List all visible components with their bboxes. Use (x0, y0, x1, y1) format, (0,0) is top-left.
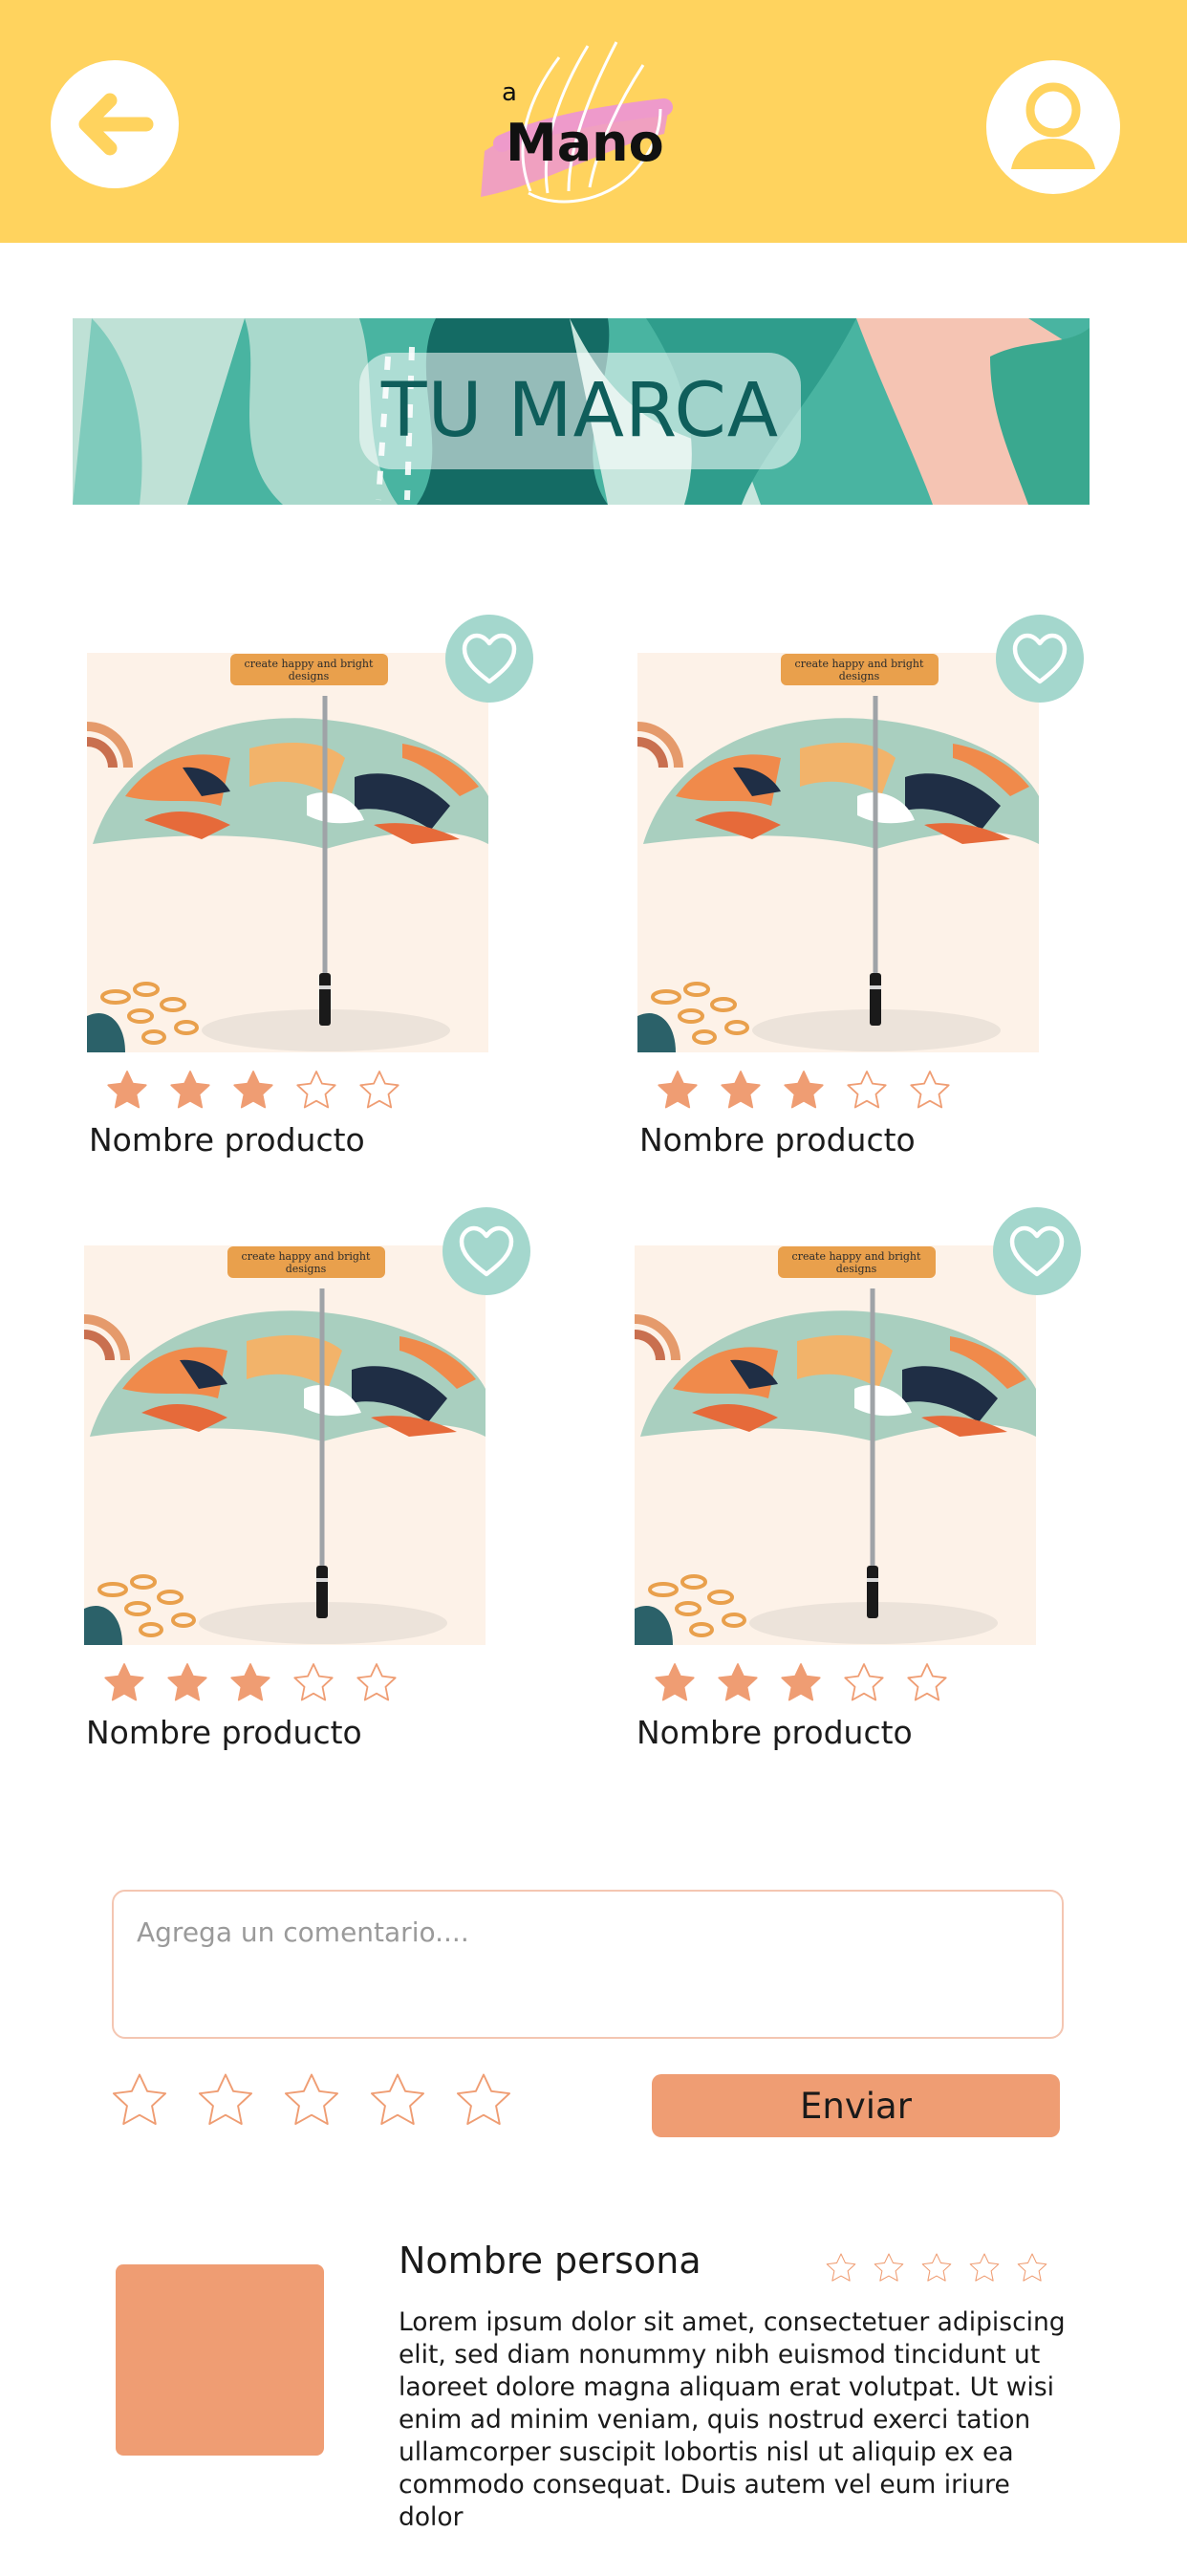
comment-rating[interactable] (108, 2069, 515, 2132)
favorite-button[interactable] (993, 1207, 1081, 1295)
heart-icon (1009, 1225, 1065, 1277)
star-outline-icon (847, 1071, 887, 1109)
star-filled-icon (781, 1663, 821, 1701)
favorite-button[interactable] (996, 615, 1084, 703)
reviewer-name: Nombre persona (399, 2240, 701, 2282)
star-filled-icon (718, 1663, 758, 1701)
umbrella-illustration: create happy and brightdesigns (84, 1245, 486, 1645)
product-image[interactable]: create happy and bright designs (87, 653, 488, 1052)
user-icon (1011, 82, 1095, 169)
product-card[interactable]: create happy and bright designs Nombre pr… (84, 1207, 543, 1751)
star-outline-icon (296, 1071, 336, 1109)
product-image[interactable]: create happy and bright designs (635, 1245, 1036, 1645)
app-header: a Mano (0, 0, 1187, 243)
star-filled-icon (784, 1071, 824, 1109)
brand-logo: a Mano (473, 29, 683, 210)
image-caption: create happy and bright (242, 1250, 371, 1263)
star-outline-icon (293, 1663, 334, 1701)
star-filled-icon (655, 1663, 695, 1701)
star-outline-icon (910, 1071, 950, 1109)
svg-text:designs: designs (839, 670, 880, 682)
heart-icon (459, 1225, 514, 1277)
product-rating (655, 1068, 953, 1117)
star-outline-icon (284, 2073, 339, 2126)
svg-text:designs: designs (289, 670, 330, 682)
star-filled-icon (167, 1663, 207, 1701)
back-button[interactable] (51, 60, 179, 188)
star-outline-icon (921, 2253, 952, 2282)
star-outline-icon (844, 1663, 884, 1701)
review-rating (824, 2251, 1049, 2285)
favorite-button[interactable] (445, 615, 533, 703)
send-button[interactable]: Enviar (652, 2074, 1060, 2137)
umbrella-illustration: create happy and brightdesigns (87, 653, 488, 1052)
svg-text:designs: designs (836, 1263, 877, 1275)
star-filled-icon (230, 1663, 270, 1701)
star-outline-icon (969, 2253, 1000, 2282)
product-rating (101, 1660, 399, 1710)
brand-banner: TU MARCA (73, 318, 1090, 505)
product-name[interactable]: Nombre producto (639, 1121, 916, 1158)
star-outline-icon (1017, 2253, 1047, 2282)
image-caption: create happy and bright (245, 658, 374, 670)
product-card[interactable]: create happy and bright designs Nombre pr… (87, 615, 546, 1158)
favorite-button[interactable] (442, 1207, 530, 1295)
star-outline-icon (198, 2073, 253, 2126)
star-filled-icon (721, 1071, 761, 1109)
logo-text: a Mano (502, 78, 664, 173)
star-outline-icon (826, 2253, 856, 2282)
image-caption: create happy and bright (795, 658, 924, 670)
star-outline-icon (370, 2073, 425, 2126)
svg-text:designs: designs (286, 1263, 327, 1275)
umbrella-illustration: create happy and brightdesigns (635, 1245, 1036, 1645)
banner-title: TU MARCA (380, 368, 780, 454)
svg-text:a: a (502, 78, 517, 107)
star-filled-icon (107, 1071, 147, 1109)
star-outline-icon (456, 2073, 511, 2126)
product-image[interactable]: create happy and bright designs (637, 653, 1039, 1052)
product-name[interactable]: Nombre producto (89, 1121, 365, 1158)
review-text: Lorem ipsum dolor sit amet, consectetuer… (399, 2307, 1066, 2532)
arrow-left-icon (78, 93, 154, 156)
reviewer-avatar (116, 2264, 324, 2456)
product-image[interactable]: create happy and bright designs (84, 1245, 486, 1645)
star-outline-icon (359, 1071, 399, 1109)
star-outline-icon (874, 2253, 904, 2282)
heart-icon (462, 633, 517, 684)
banner-title-box: TU MARCA (359, 353, 801, 469)
star-outline-icon (356, 1663, 397, 1701)
image-caption: create happy and bright (792, 1250, 921, 1263)
star-filled-icon (233, 1071, 273, 1109)
svg-text:Mano: Mano (506, 113, 664, 173)
star-outline-icon (907, 1663, 947, 1701)
umbrella-illustration: create happy and brightdesigns (637, 653, 1039, 1052)
product-card[interactable]: create happy and bright designs Nombre pr… (635, 1207, 1093, 1751)
product-name[interactable]: Nombre producto (86, 1714, 362, 1751)
product-rating (104, 1068, 402, 1117)
product-card[interactable]: create happy and bright designs Nombre pr… (637, 615, 1096, 1158)
product-rating (652, 1660, 950, 1710)
star-filled-icon (104, 1663, 144, 1701)
star-filled-icon (658, 1071, 698, 1109)
star-filled-icon (170, 1071, 210, 1109)
star-outline-icon (112, 2073, 167, 2126)
comment-input[interactable] (112, 1890, 1064, 2039)
heart-icon (1012, 633, 1068, 684)
profile-button[interactable] (986, 60, 1120, 194)
product-name[interactable]: Nombre producto (637, 1714, 913, 1751)
